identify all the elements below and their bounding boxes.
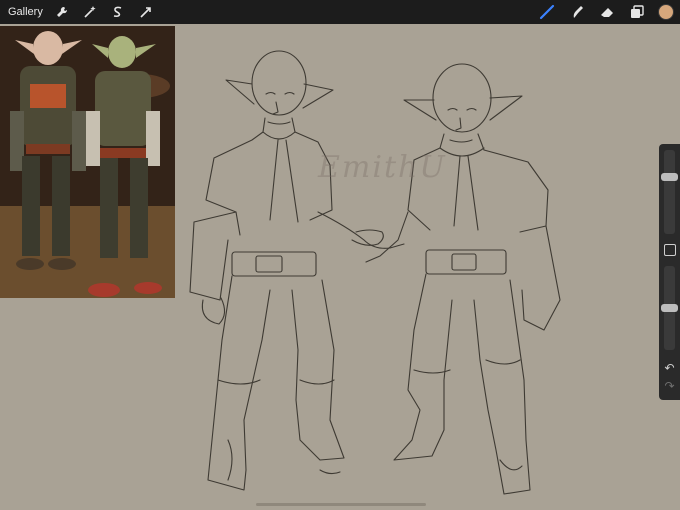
layers-icon[interactable] [622, 1, 652, 23]
brush-size-thumb[interactable] [661, 172, 678, 181]
brush-icon[interactable] [532, 1, 562, 23]
opacity-slider[interactable] [661, 266, 678, 350]
left-ear-l [225, 79, 255, 105]
wrench-icon[interactable] [51, 1, 73, 23]
eraser-icon[interactable] [592, 1, 622, 23]
opacity-thumb[interactable] [661, 304, 678, 312]
right-arm-r [521, 225, 561, 331]
right-ear-l [403, 99, 437, 121]
redo-icon[interactable]: ↷ [663, 380, 676, 393]
gallery-button[interactable]: Gallery [8, 6, 43, 18]
undo-icon[interactable]: ↶ [663, 362, 676, 375]
brush-sidebar: ↶ ↷ [659, 144, 680, 400]
right-toolbar [532, 0, 680, 24]
color-picker-button[interactable] [658, 4, 674, 20]
magic-wand-icon[interactable] [79, 1, 101, 23]
top-toolbar: Gallery [0, 0, 680, 24]
modify-button[interactable] [664, 244, 676, 256]
left-arm-r [317, 211, 405, 249]
right-leg-l [393, 273, 453, 461]
left-leg-r [291, 279, 345, 461]
home-indicator [256, 503, 426, 506]
transform-icon[interactable] [135, 1, 157, 23]
smudge-icon[interactable] [562, 1, 592, 23]
selection-icon[interactable] [107, 1, 129, 23]
left-head [251, 50, 307, 116]
right-ear-r [489, 95, 523, 121]
left-ear-r [302, 83, 334, 109]
brush-size-slider[interactable] [661, 150, 678, 234]
right-cape-r [477, 133, 549, 233]
drawing-canvas[interactable] [0, 24, 680, 510]
left-arm-l [189, 211, 237, 301]
right-head [432, 63, 492, 133]
right-arm-l [365, 211, 409, 263]
watermark-text: EmithU [318, 150, 447, 185]
left-leg-l [207, 275, 271, 491]
